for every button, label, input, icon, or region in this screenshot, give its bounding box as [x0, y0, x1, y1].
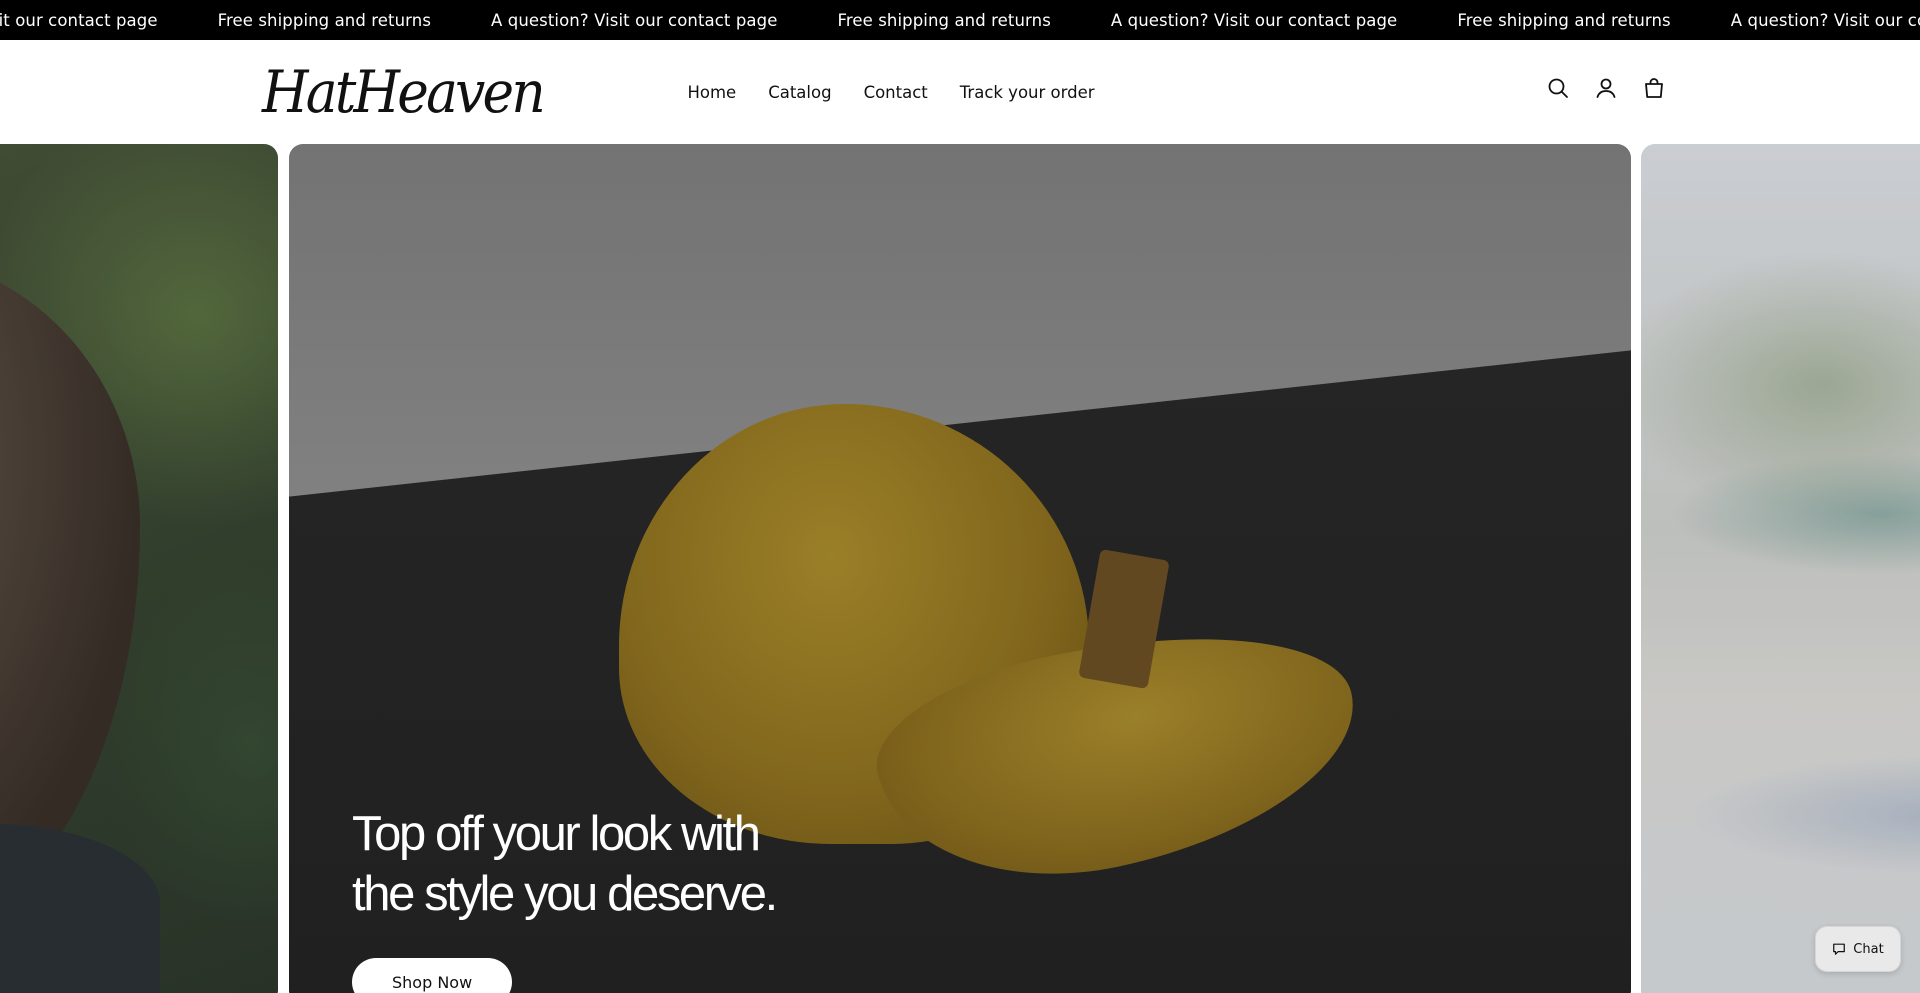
slide-next[interactable]	[1641, 144, 1920, 993]
header-actions	[1546, 76, 1666, 100]
chat-bubble-icon	[1833, 943, 1846, 955]
account-icon[interactable]	[1594, 76, 1618, 100]
slide-previous[interactable]	[0, 144, 278, 993]
hero-slider: Top off your look with the style you des…	[0, 144, 1920, 993]
chat-label: Chat	[1853, 941, 1884, 957]
announcement-message[interactable]: A question? Visit our contact page	[461, 11, 807, 30]
announcement-bar: ? Visit our contact page Free shipping a…	[0, 0, 1920, 40]
slide-overlay	[1641, 144, 1920, 993]
announcement-marquee: ? Visit our contact page Free shipping a…	[0, 0, 1920, 40]
announcement-message: Free shipping and returns	[837, 10, 1051, 30]
site-logo[interactable]: HatHeaven	[262, 52, 546, 132]
search-icon[interactable]	[1546, 76, 1570, 100]
announcement-message[interactable]: ? Visit our contact page	[0, 11, 188, 30]
nav-link-home[interactable]: Home	[687, 83, 736, 102]
hero-heading-line: Top off your look with	[352, 807, 761, 861]
nav-link-track-order[interactable]: Track your order	[960, 83, 1095, 102]
announcement-message: Free shipping and returns	[217, 10, 432, 30]
main-nav-list: Home Catalog Contact Track your order	[687, 83, 1094, 102]
site-header: HatHeaven Home Catalog Contact Track you…	[0, 40, 1920, 144]
announcement-message[interactable]: A question? Visit our contact page	[1701, 11, 1920, 30]
cart-icon[interactable]	[1642, 76, 1666, 100]
announcement-message: Free shipping and returns	[1457, 10, 1671, 30]
slide-current: Top off your look with the style you des…	[289, 144, 1631, 993]
hero-heading: Top off your look with the style you des…	[352, 804, 872, 924]
hero-heading-line: the style you deserve.	[352, 867, 778, 921]
nav-link-contact[interactable]: Contact	[864, 83, 928, 102]
shop-now-button[interactable]: Shop Now	[352, 958, 513, 993]
announcement-message[interactable]: A question? Visit our contact page	[1081, 11, 1427, 30]
nav-link-catalog[interactable]: Catalog	[768, 83, 831, 102]
slide-overlay	[0, 144, 278, 993]
chat-button[interactable]: Chat	[1815, 926, 1901, 972]
